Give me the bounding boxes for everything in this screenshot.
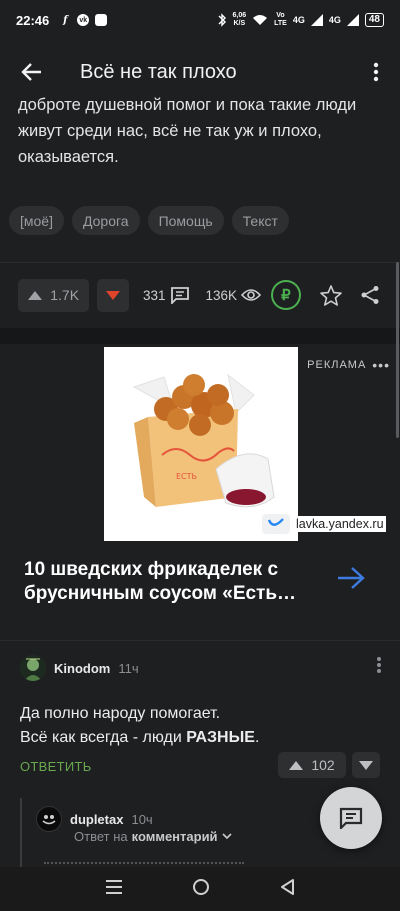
comment-username[interactable]: Kinodom [54,661,110,676]
divider [0,262,400,263]
meatballs-box-illustration: ЕСТЬ [104,347,298,541]
views-count: 136K [205,287,238,303]
signal-1-label: 4G [292,15,305,25]
avatar[interactable] [20,655,46,681]
comment-icon [339,807,363,829]
scrollbar[interactable] [396,262,399,438]
section-separator [0,328,400,344]
upvote-button[interactable]: 1.7K [18,278,90,312]
app-f-icon: f [63,14,68,26]
signal-2-icon [346,14,359,26]
ad-title[interactable]: 10 шведских фрикаделек с брусничным соус… [24,558,314,606]
status-notification-icons: f vk [59,14,108,26]
tag-chip[interactable]: Помощь [147,206,224,235]
comments-button[interactable]: 331 [143,286,190,304]
tag-chip[interactable]: Текст [231,206,289,235]
views-counter: 136K [206,288,262,303]
signal-2-label: 4G [328,15,341,25]
arrow-left-icon [21,63,41,81]
triangle-up-icon [28,290,43,300]
comment-more-button[interactable] [376,656,382,679]
status-time: 22:46 [16,12,50,28]
reply-time: 10ч [131,811,153,827]
divider [0,640,400,641]
reply-button[interactable]: ОТВЕТИТЬ [20,759,92,774]
bookmark-button[interactable] [311,284,351,306]
avatar[interactable] [36,806,62,832]
network-speed: 6,06 K/S [232,12,247,27]
reply-to-link[interactable]: Ответ на комментарий [74,829,232,844]
donate-button[interactable]: ₽ [271,280,301,310]
comments-count: 331 [142,287,166,303]
volte-indicator: Vo LTE [274,12,287,27]
ad-image[interactable]: ЕСТЬ [104,347,298,541]
tag-chip[interactable]: [моё] [9,206,64,235]
chevron-down-icon [221,833,232,840]
triangle-left-icon [281,878,295,895]
comment-header: Kinodom 11ч [20,654,139,682]
comment-rating: 102 [311,757,335,773]
more-vertical-icon [373,62,379,82]
circle-icon [192,878,209,895]
comment-downvote-button[interactable] [352,752,380,778]
share-icon [361,286,379,304]
triangle-down-icon [106,290,121,300]
ruble-icon: ₽ [281,287,291,304]
ad-domain: lavka.yandex.ru [262,514,386,534]
post-actions-bar: 1.7K 331 136K ₽ [18,278,390,312]
home-button[interactable] [192,878,210,901]
app-square-icon [95,14,108,26]
ad-label: РЕКЛАМА ••• [307,357,390,373]
wifi-icon [253,15,268,25]
share-button[interactable] [350,285,390,305]
bluetooth-icon [218,13,226,27]
comment-votes: 102 [278,752,380,778]
triangle-down-icon [359,760,373,770]
comment-body: Да полно народу помогает. Всё как всегда… [20,705,260,746]
page-title: Всё не так плохо [80,60,237,83]
post-rating: 1.7K [50,287,80,303]
status-bar: 22:46 f vk 6,06 K/S Vo LTE 4G 4G 48 [0,0,400,40]
system-nav-bar [0,867,400,911]
recent-apps-button[interactable] [105,879,123,900]
ad-open-button[interactable] [336,566,366,595]
status-indicators: 6,06 K/S Vo LTE 4G 4G 48 [217,12,384,28]
app-vk-icon: vk [77,14,90,26]
reply-username[interactable]: dupletax [70,812,123,827]
more-vertical-icon [377,657,381,673]
star-icon [319,284,342,306]
ad-block[interactable]: ЕСТЬ РЕКЛАМА ••• lavka.yandex.ru 10 швед… [0,344,400,634]
system-back-button[interactable] [279,878,295,901]
triangle-up-icon [289,760,304,770]
battery-indicator: 48 [364,13,384,27]
eye-icon [241,289,262,301]
post-tags: [моё] Дорога Помощь Текст [9,206,289,235]
arrow-right-icon [338,567,365,589]
tag-chip[interactable]: Дорога [71,206,140,235]
comments-fab[interactable] [320,787,382,849]
comment-upvote-button[interactable]: 102 [278,752,346,778]
comment-time: 11ч [118,660,139,676]
downvote-button[interactable] [97,278,129,312]
signal-1-icon [310,14,323,26]
vk-logo-icon [262,514,290,534]
ad-more-button[interactable]: ••• [372,357,390,373]
svg-text:ЕСТЬ: ЕСТЬ [176,472,197,481]
comment-icon [170,287,189,304]
post-body-text: доброте душевной помог и пока такие люди… [18,96,357,166]
menu-icon [105,879,122,894]
